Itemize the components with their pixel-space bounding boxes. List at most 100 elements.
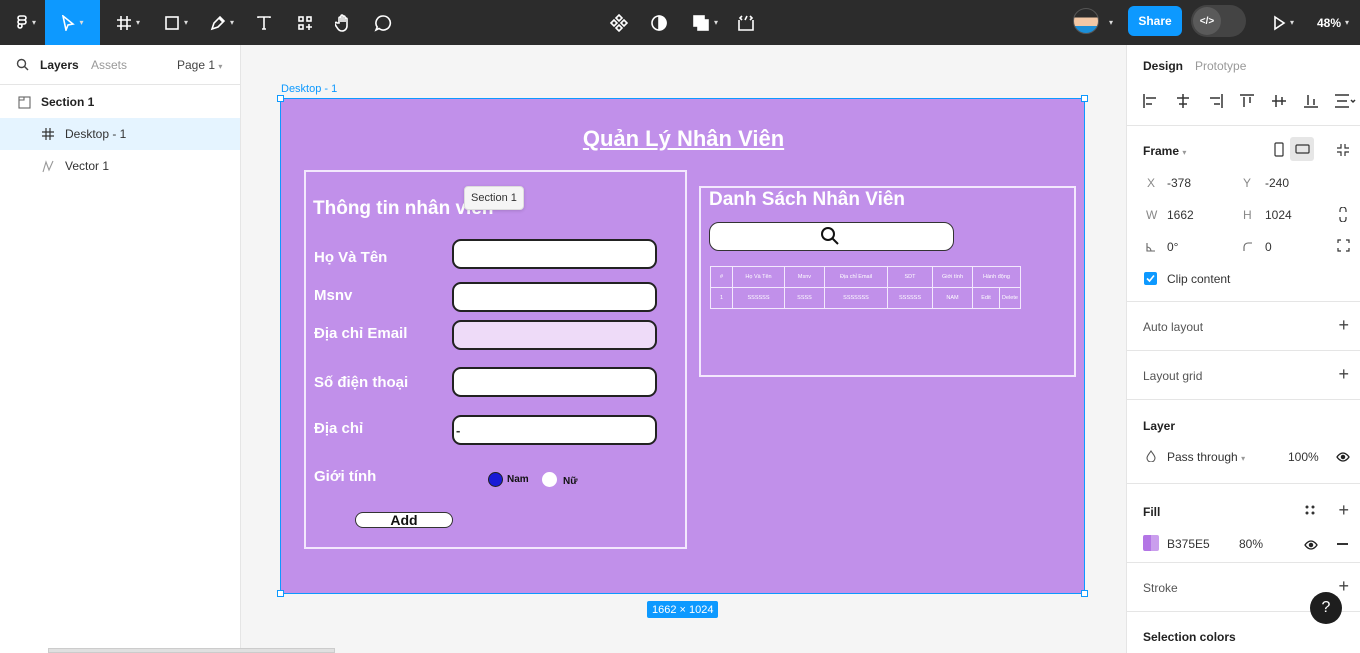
comment-tool-button[interactable] [371, 0, 395, 45]
tab-assets[interactable]: Assets [91, 58, 127, 72]
employee-id-input[interactable] [452, 282, 657, 312]
resize-handle-top-right[interactable] [1081, 95, 1088, 102]
move-tool-button[interactable]: ▾ [45, 0, 100, 45]
table-row: 1 SSSSSS SSSS SSSSSSS SSSSSS NAM Edit De… [710, 287, 1021, 309]
align-right-icon[interactable] [1207, 94, 1223, 108]
frame-section: Frame ▾ X -378 Y -240 W 1662 H 1024 0° 0… [1127, 126, 1360, 302]
resize-to-fit-icon[interactable] [1336, 143, 1350, 160]
code-icon: </> [1193, 7, 1221, 35]
resize-handle-bottom-left[interactable] [277, 590, 284, 597]
hand-tool-button[interactable] [331, 0, 355, 45]
add-layout-grid-plus-icon[interactable]: + [1338, 365, 1349, 383]
eye-icon[interactable] [1336, 451, 1350, 465]
remove-fill-minus-icon[interactable] [1337, 543, 1348, 545]
main-menu-button[interactable]: ▾ [8, 0, 44, 45]
gender-male-radio[interactable] [488, 472, 503, 487]
table-cell: 1 [710, 287, 733, 309]
text-tool-button[interactable] [252, 0, 276, 45]
share-button[interactable]: Share [1128, 6, 1182, 36]
corner-radius-icon [1243, 241, 1253, 255]
height-input[interactable]: 1024 [1265, 208, 1292, 222]
blend-mode-select[interactable]: Pass through ▾ [1167, 450, 1245, 464]
tab-prototype[interactable]: Prototype [1195, 59, 1246, 73]
search-icon[interactable] [16, 58, 29, 71]
crop-button[interactable] [734, 0, 758, 45]
shape-tool-button[interactable]: ▾ [158, 0, 194, 45]
add-auto-layout-plus-icon[interactable]: + [1338, 316, 1349, 334]
panel-tabs: Layers Assets Page 1 ▾ [0, 45, 240, 85]
frame-tool-button[interactable]: ▾ [110, 0, 146, 45]
user-avatar[interactable] [1073, 8, 1099, 34]
boolean-button[interactable]: ▾ [687, 0, 723, 45]
desktop-frame[interactable]: Quản Lý Nhân Viên Thông tin nhân viên Họ… [277, 95, 1088, 597]
frame-section-title[interactable]: Frame ▾ [1143, 144, 1186, 158]
table-header-row: # Họ Và Tên Msnv Địa chỉ Email SDT Giới … [710, 266, 1021, 288]
gender-female-radio[interactable] [542, 472, 557, 487]
design-tabs-section: Design Prototype [1127, 45, 1360, 126]
y-input[interactable]: -240 [1265, 176, 1289, 190]
resize-handle-bottom-right[interactable] [1081, 590, 1088, 597]
rotation-input[interactable]: 0° [1167, 240, 1178, 254]
delete-button[interactable]: Delete [999, 287, 1021, 309]
add-button[interactable]: Add [355, 512, 453, 528]
layer-opacity-input[interactable]: 100% [1288, 450, 1319, 464]
width-input[interactable]: 1662 [1167, 208, 1194, 222]
align-vertical-center-icon[interactable] [1271, 94, 1287, 108]
independent-corners-icon[interactable] [1337, 239, 1350, 255]
layer-item-vector-1[interactable]: Vector 1 [0, 150, 240, 182]
style-grid-icon[interactable] [1304, 504, 1316, 519]
pointer-icon [62, 14, 76, 31]
resources-button[interactable] [293, 0, 317, 45]
canvas[interactable]: Desktop - 1 Quản Lý Nhân Viên Thông tin … [241, 45, 1126, 653]
clip-content-checkbox[interactable] [1144, 272, 1157, 285]
page-name: Page 1 [177, 58, 216, 72]
zoom-menu[interactable]: 48% ▾ [1310, 0, 1356, 45]
add-fill-plus-icon[interactable]: + [1338, 501, 1349, 519]
layout-grid-section: Layout grid + [1127, 351, 1360, 400]
pen-tool-button[interactable]: ▾ [204, 0, 240, 45]
align-left-icon[interactable] [1143, 94, 1159, 108]
selection-colors-title: Selection colors [1143, 630, 1236, 644]
align-horizontal-center-icon[interactable] [1175, 94, 1191, 108]
page-selector[interactable]: Page 1 ▾ [177, 58, 222, 72]
chevron-down-icon: ▾ [1289, 18, 1294, 27]
landscape-orientation-icon[interactable] [1290, 137, 1314, 161]
tab-layers[interactable]: Layers [40, 58, 79, 72]
align-bottom-icon[interactable] [1303, 94, 1319, 108]
frame-name-label[interactable]: Desktop - 1 [281, 83, 337, 95]
dev-mode-toggle[interactable]: </> [1191, 5, 1246, 37]
employee-search-input[interactable] [709, 222, 954, 251]
align-top-icon[interactable] [1239, 94, 1255, 108]
y-label: Y [1243, 176, 1252, 190]
present-button[interactable]: ▾ [1265, 0, 1301, 45]
edit-button[interactable]: Edit [972, 287, 1000, 309]
layer-item-desktop-1[interactable]: Desktop - 1 [0, 118, 240, 150]
mask-button[interactable] [647, 0, 671, 45]
help-button[interactable]: ? [1310, 592, 1342, 624]
distribute-icon[interactable] [1334, 94, 1356, 108]
x-input[interactable]: -378 [1167, 176, 1191, 190]
portrait-orientation-icon[interactable] [1274, 142, 1284, 160]
fill-color-swatch[interactable] [1143, 535, 1159, 551]
corner-radius-input[interactable]: 0 [1265, 240, 1272, 254]
email-input[interactable] [452, 320, 657, 350]
add-stroke-plus-icon[interactable]: + [1338, 577, 1349, 595]
constrain-proportions-icon[interactable] [1338, 206, 1348, 225]
fill-hex-input[interactable]: B375E5 [1167, 537, 1210, 551]
address-input[interactable]: - [452, 415, 657, 445]
layer-item-section-1[interactable]: Section 1 [0, 86, 240, 118]
horizontal-scrollbar[interactable] [48, 648, 335, 653]
tab-design[interactable]: Design [1143, 59, 1183, 73]
fullname-input[interactable] [452, 239, 657, 269]
fill-opacity-input[interactable]: 80% [1239, 537, 1263, 551]
avatar-menu-button[interactable]: ▾ [1102, 0, 1116, 45]
rectangle-icon [165, 15, 179, 30]
comment-icon [374, 14, 392, 32]
phone-input[interactable] [452, 367, 657, 397]
text-icon [257, 15, 271, 30]
design-panel: Design Prototype Frame ▾ X -378 Y -240 W… [1126, 45, 1360, 653]
component-button[interactable] [607, 0, 631, 45]
eye-icon[interactable] [1304, 539, 1318, 553]
resize-handle-top-left[interactable] [277, 95, 284, 102]
table-header-cell: Giới tính [932, 266, 973, 288]
